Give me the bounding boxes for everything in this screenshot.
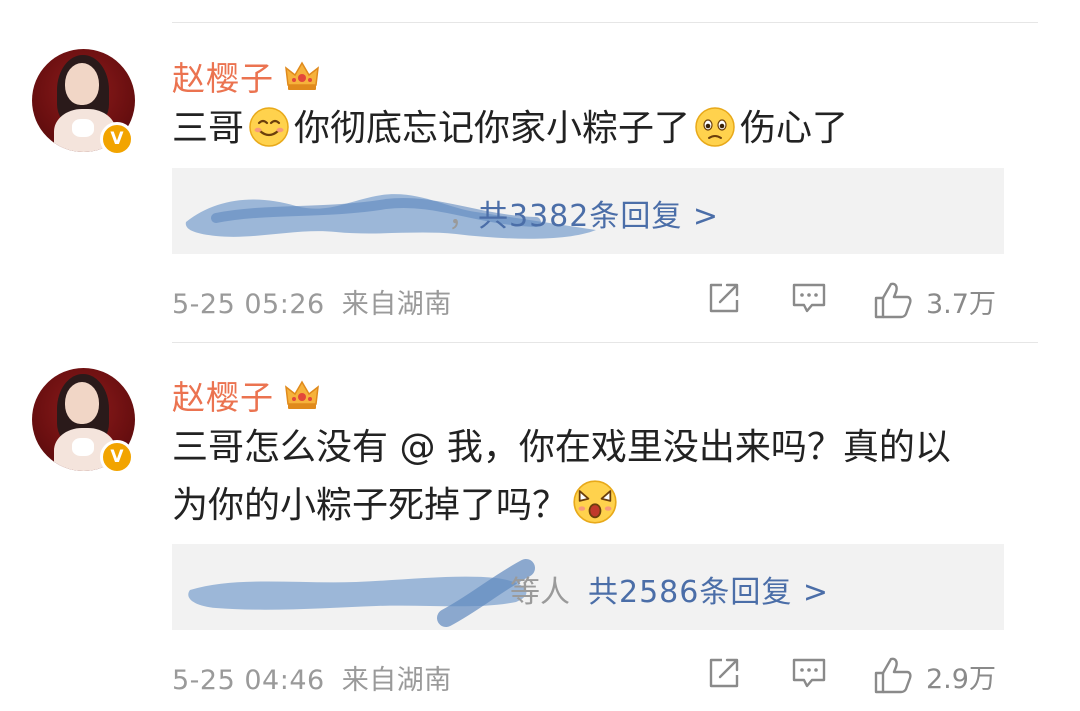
sad-emoji-icon — [695, 107, 735, 147]
author-name[interactable]: 赵樱子 — [172, 52, 274, 100]
share-icon[interactable] — [706, 655, 742, 691]
smile-emoji-icon — [249, 107, 289, 147]
shocked-emoji-icon — [573, 480, 617, 524]
reply-count-link[interactable]: 共2586条回复 > — [588, 567, 829, 611]
comment-meta: 5-25 05:26 来自湖南 — [172, 282, 452, 321]
comment-text-part: 你彻底忘记你家小粽子了 — [294, 108, 691, 149]
comment-actions: 3.7万 — [700, 280, 1010, 320]
verified-badge-label: V — [110, 447, 124, 467]
verified-badge-icon: V — [100, 440, 134, 474]
reply-count-link[interactable]: 共3382条回复 > — [478, 191, 719, 235]
top-divider — [172, 22, 1038, 23]
comment-text-line: 为你的小粽子死掉了吗？ — [172, 478, 1002, 534]
crown-icon — [285, 61, 319, 90]
reply-preview[interactable]: ， 共3382条回复 > — [172, 168, 1004, 254]
comment-text: 三哥怎么没有 @ 我，你在戏里没出来吗？真的以 为你的小粽子死掉了吗？ — [172, 420, 1002, 534]
reply-fragment: ， — [448, 199, 478, 234]
reply-preview[interactable]: 等人 共2586条回复 > — [172, 544, 1004, 630]
share-icon[interactable] — [706, 280, 742, 316]
verified-badge-label: V — [110, 129, 124, 149]
comment-icon[interactable] — [790, 280, 828, 316]
comment-text-line: 三哥怎么没有 @ 我，你在戏里没出来吗？真的以 — [172, 427, 951, 468]
crown-icon — [285, 380, 319, 409]
like-count: 2.9万 — [926, 664, 996, 695]
author-name[interactable]: 赵樱子 — [172, 371, 274, 419]
timestamp: 5-25 04:46 — [172, 665, 325, 696]
source-location: 来自湖南 — [341, 665, 452, 696]
thumbs-up-icon[interactable] — [872, 655, 914, 695]
comment-meta: 5-25 04:46 来自湖南 — [172, 658, 452, 697]
reply-fragment: 等人 — [510, 575, 570, 610]
like-count: 3.7万 — [926, 289, 996, 320]
comment-text-part: 三哥 — [172, 108, 245, 149]
comment-icon[interactable] — [790, 655, 828, 691]
author-row: 赵樱子 — [172, 371, 320, 419]
comment-actions: 2.9万 — [700, 655, 1010, 695]
timestamp: 5-25 05:26 — [172, 289, 325, 320]
comment-text-part: 为你的小粽子死掉了吗？ — [172, 485, 569, 526]
author-row: 赵樱子 — [172, 52, 320, 100]
source-location: 来自湖南 — [341, 289, 452, 320]
verified-badge-icon: V — [100, 122, 134, 156]
comment-text: 三哥 你彻底忘记你家小粽子了 伤心了 — [172, 101, 1002, 157]
thumbs-up-icon[interactable] — [872, 280, 914, 320]
comment-divider — [172, 342, 1038, 343]
comment-text-part: 伤心了 — [740, 108, 849, 149]
